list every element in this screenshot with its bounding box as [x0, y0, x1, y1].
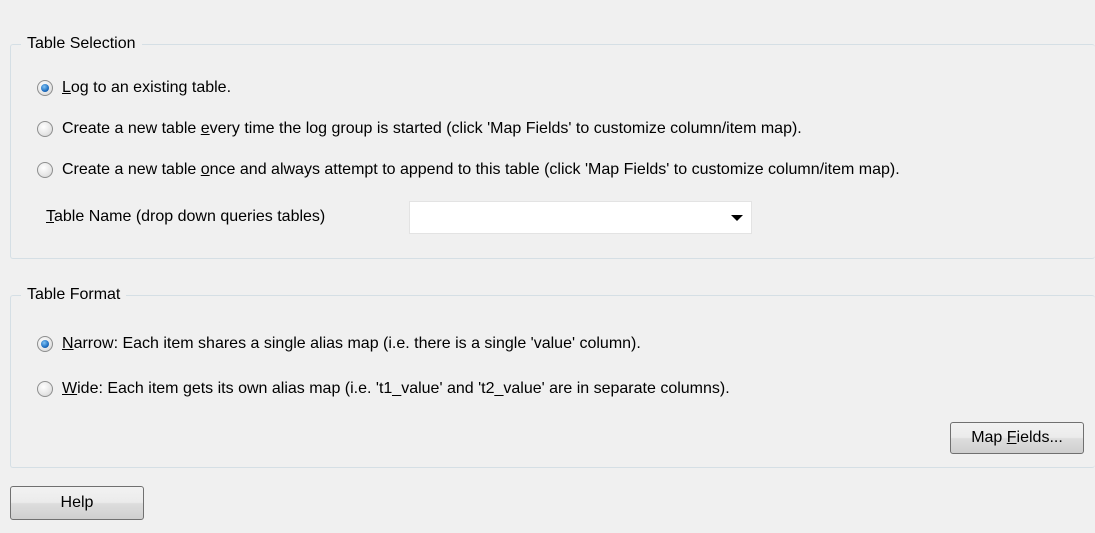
radio-narrow-format[interactable]: Narrow: Each item shares a single alias … [37, 333, 641, 355]
radio-unselected-icon[interactable] [37, 162, 53, 178]
table-format-title: Table Format [21, 285, 127, 305]
radio-new-table-every-time[interactable]: Create a new table every time the log gr… [37, 118, 802, 140]
radio-unselected-icon[interactable] [37, 121, 53, 137]
radio-new-table-once[interactable]: Create a new table once and always attem… [37, 159, 900, 181]
radio-unselected-icon[interactable] [37, 381, 53, 397]
table-name-dropdown[interactable] [409, 201, 752, 234]
radio-selected-icon[interactable] [37, 80, 53, 96]
radio-wide-format[interactable]: Wide: Each item gets its own alias map (… [37, 378, 730, 400]
radio-label: Create a new table once and always attem… [62, 161, 900, 178]
table-name-label: Table Name (drop down queries tables) [46, 208, 326, 225]
radio-label: Narrow: Each item shares a single alias … [62, 335, 641, 352]
log-group-table-dialog: Table Selection Log to an existing table… [0, 0, 1095, 533]
radio-label: Log to an existing table. [62, 79, 232, 96]
radio-selected-icon[interactable] [37, 336, 53, 352]
map-fields-button[interactable]: Map Fields... [950, 422, 1084, 454]
help-button[interactable]: Help [10, 486, 144, 520]
radio-label: Create a new table every time the log gr… [62, 120, 802, 137]
radio-label: Wide: Each item gets its own alias map (… [62, 380, 730, 397]
radio-log-existing-table[interactable]: Log to an existing table. [37, 77, 231, 99]
dropdown-arrow-icon[interactable] [731, 215, 743, 221]
table-selection-title: Table Selection [21, 34, 142, 54]
